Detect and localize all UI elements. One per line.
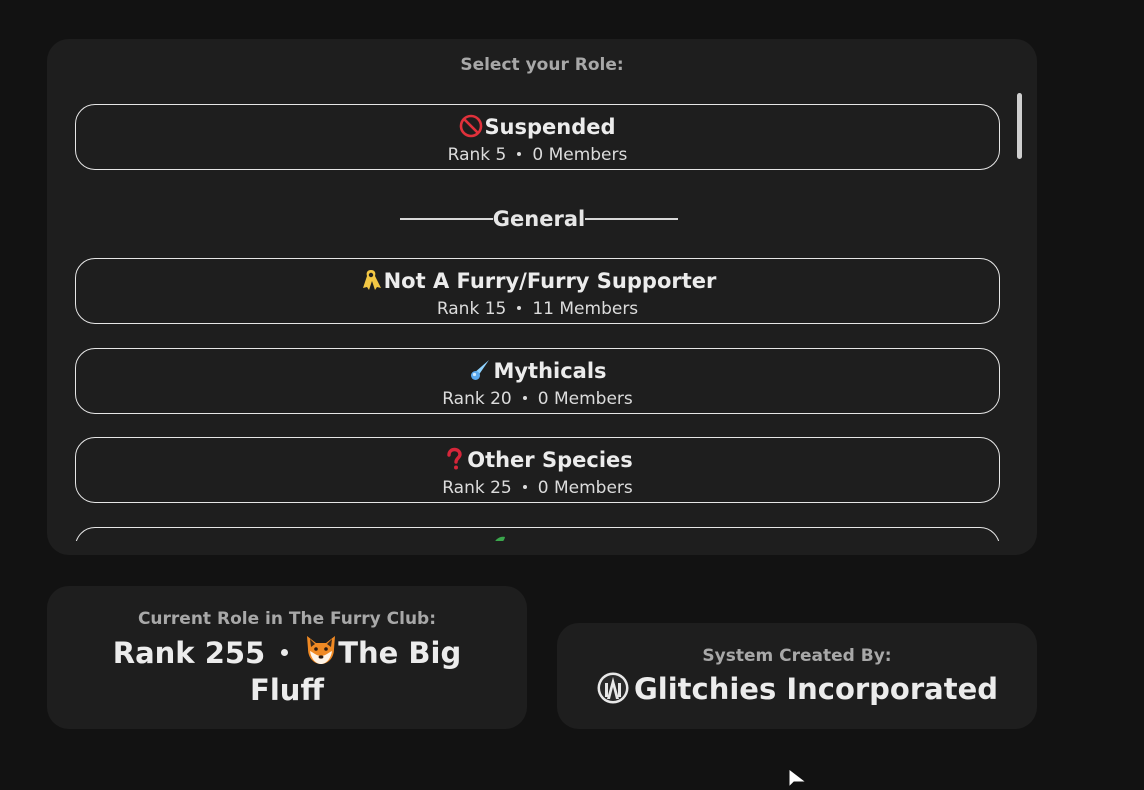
separator-dot xyxy=(522,485,527,489)
fox-face-icon xyxy=(307,636,336,664)
role-name: Suspended xyxy=(484,115,616,139)
separator-dot xyxy=(517,152,522,156)
current-rank: Rank 255 xyxy=(112,636,266,670)
ribbon-icon xyxy=(362,270,381,290)
no-entry-icon xyxy=(460,114,483,138)
role-member-count: 0 Members xyxy=(537,478,633,498)
role-name: Mythicals xyxy=(493,359,607,383)
role-rank: Rank 15 xyxy=(436,299,507,319)
separator-dot xyxy=(522,396,527,400)
creator-name: Glitchies Incorporated xyxy=(633,672,999,706)
current-role-panel: Current Role in The Furry Club: Rank 255… xyxy=(47,586,527,729)
separator-dot xyxy=(517,306,522,310)
role-rank: Rank 5 xyxy=(447,145,507,165)
role-member-count: 11 Members xyxy=(532,299,639,319)
leaf-icon xyxy=(495,536,505,541)
divider-line xyxy=(400,218,493,220)
role-rank: Rank 25 xyxy=(442,478,512,498)
role-selector-panel: Select your Role: Suspended Rank 50 Memb… xyxy=(47,39,1037,555)
section-divider-label: General xyxy=(492,207,586,231)
question-mark-icon xyxy=(447,447,462,470)
role-option-suspended[interactable]: Suspended Rank 5 0 Members xyxy=(75,104,1000,170)
role-option-partial[interactable] xyxy=(75,527,1000,541)
role-rank: Rank 20 xyxy=(442,389,512,409)
role-member-count: 0 Members xyxy=(537,389,633,409)
section-divider-general: General xyxy=(400,204,678,234)
role-member-count: 0 Members xyxy=(532,145,628,165)
credits-panel: System Created By: Glitchies Incorporate… xyxy=(557,623,1037,729)
current-role-name-line-2: Fluff xyxy=(250,673,324,707)
role-option-other-species[interactable]: Other Species Rank 25 0 Members xyxy=(75,437,1000,503)
scrollbar-thumb[interactable] xyxy=(1017,93,1022,159)
role-name: Not A Furry/Furry Supporter xyxy=(383,269,717,293)
credits-heading: System Created By: xyxy=(702,646,892,666)
glitchies-logo-icon xyxy=(597,672,629,704)
divider-line xyxy=(585,218,678,220)
role-option-mythicals[interactable]: Mythicals Rank 20 0 Members xyxy=(75,348,1000,414)
creator-line: Glitchies Incorporated xyxy=(557,671,1037,708)
separator-dot xyxy=(281,649,289,656)
current-role-name: The Big xyxy=(338,636,462,670)
role-name: Other Species xyxy=(467,448,633,472)
role-option-not-a-furry[interactable]: Not A Furry/Furry Supporter Rank 15 11 Me… xyxy=(75,258,1000,324)
comet-icon xyxy=(471,360,490,380)
current-role-value: Rank 255 The Big Fluff xyxy=(47,634,527,709)
role-list[interactable]: Suspended Rank 5 0 Members General Not A … xyxy=(47,39,1037,541)
current-role-heading: Current Role in The Furry Club: xyxy=(137,609,437,629)
